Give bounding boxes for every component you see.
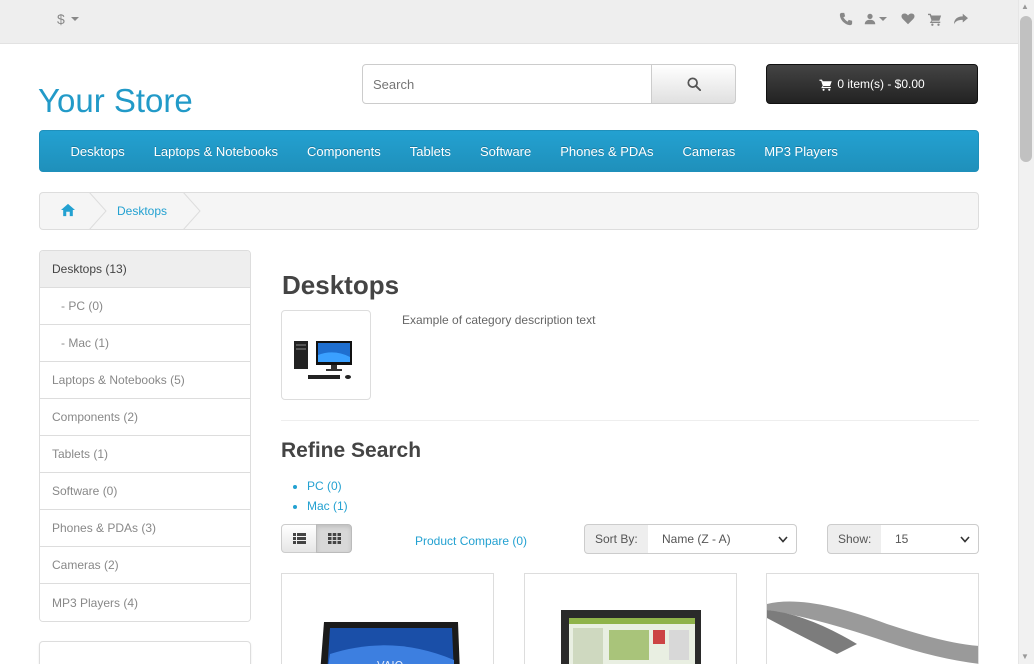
sort-by-value: Name (Z - A) xyxy=(662,532,731,546)
refine-link-pc[interactable]: PC (0) xyxy=(307,479,342,493)
svg-text:VAIO: VAIO xyxy=(377,659,404,664)
breadcrumb-separator xyxy=(88,192,107,230)
cart-total-label: 0 item(s) - $0.00 xyxy=(837,77,925,91)
sidebar-item-tablets[interactable]: Tablets (1) xyxy=(40,436,250,473)
sort-by-label: Sort By: xyxy=(584,524,649,554)
search-input[interactable] xyxy=(362,64,652,104)
page-title: Desktops xyxy=(282,270,400,300)
scroll-down-icon[interactable]: ▼ xyxy=(1021,652,1029,661)
category-sidebar: Desktops (13) - PC (0) - Mac (1) Laptops… xyxy=(39,250,251,622)
user-icon[interactable] xyxy=(862,10,888,28)
chevron-down-icon xyxy=(960,535,970,543)
refine-search-title: Refine Search xyxy=(281,439,422,462)
search-button[interactable] xyxy=(651,64,736,104)
list-icon xyxy=(292,533,306,544)
scrollbar-thumb[interactable] xyxy=(1020,16,1032,162)
desktop-computer-image xyxy=(294,341,352,379)
sidebar-item-components[interactable]: Components (2) xyxy=(40,399,250,436)
menu-item-laptops[interactable]: Laptops & Notebooks xyxy=(139,144,292,159)
refine-link-mac[interactable]: Mac (1) xyxy=(307,499,348,513)
scroll-up-icon[interactable]: ▲ xyxy=(1021,2,1029,11)
cart-icon[interactable] xyxy=(926,10,944,28)
chevron-down-icon xyxy=(778,535,788,543)
sidebar-item-software[interactable]: Software (0) xyxy=(40,473,250,510)
chevron-down-icon xyxy=(878,17,887,21)
menu-item-cameras[interactable]: Cameras xyxy=(668,144,750,159)
menu-item-tablets[interactable]: Tablets xyxy=(395,144,465,159)
currency-dropdown[interactable]: $ xyxy=(57,11,79,27)
breadcrumb: Desktops xyxy=(39,192,979,230)
sidebar-item-phones[interactable]: Phones & PDAs (3) xyxy=(40,510,250,547)
heart-icon[interactable] xyxy=(899,10,917,28)
laptop-image: VAIO xyxy=(320,622,460,664)
list-item: Mac (1) xyxy=(307,496,348,516)
phone-icon[interactable] xyxy=(837,10,855,28)
menu-item-desktops[interactable]: Desktops xyxy=(56,144,139,159)
sort-by-select[interactable]: Name (Z - A) xyxy=(648,524,797,554)
product-compare-link[interactable]: Product Compare (0) xyxy=(415,534,527,548)
cart-icon xyxy=(819,79,832,91)
currency-symbol: $ xyxy=(57,11,65,27)
cart-button[interactable]: 0 item(s) - $0.00 xyxy=(766,64,978,104)
sidebar-item-laptops[interactable]: Laptops & Notebooks (5) xyxy=(40,362,250,399)
menu-item-software[interactable]: Software xyxy=(465,144,545,159)
refine-search-list: PC (0) Mac (1) xyxy=(307,476,348,516)
grid-view-button[interactable] xyxy=(316,524,352,553)
breadcrumb-separator xyxy=(182,192,201,230)
list-view-button[interactable] xyxy=(281,524,317,553)
sidebar-module xyxy=(39,641,251,664)
show-limit-value: 15 xyxy=(895,532,909,546)
category-description: Example of category description text xyxy=(402,313,596,327)
show-limit-select[interactable]: 15 xyxy=(881,524,979,554)
product-card[interactable] xyxy=(524,573,737,664)
divider xyxy=(281,420,979,421)
store-logo[interactable]: Your Store xyxy=(38,82,193,120)
share-icon[interactable] xyxy=(952,10,970,28)
main-menu: Desktops Laptops & Notebooks Components … xyxy=(39,130,979,172)
menu-item-components[interactable]: Components xyxy=(293,144,396,159)
sidebar-item-pc[interactable]: - PC (0) xyxy=(40,288,250,325)
menu-item-phones[interactable]: Phones & PDAs xyxy=(546,144,668,159)
product-card[interactable] xyxy=(766,573,979,664)
sidebar-item-mac[interactable]: - Mac (1) xyxy=(40,325,250,362)
grid-icon xyxy=(327,533,341,544)
category-image[interactable] xyxy=(281,310,371,400)
chevron-down-icon xyxy=(70,17,79,21)
search-icon xyxy=(686,77,701,91)
sidebar-item-desktops[interactable]: Desktops (13) xyxy=(40,251,250,288)
breadcrumb-item-desktops[interactable]: Desktops xyxy=(117,204,167,218)
show-limit-label: Show: xyxy=(827,524,882,554)
menu-item-mp3[interactable]: MP3 Players xyxy=(750,144,853,159)
product-card[interactable]: VAIO xyxy=(281,573,494,664)
list-item: PC (0) xyxy=(307,476,348,496)
home-icon[interactable] xyxy=(61,203,75,220)
product-image xyxy=(767,601,978,664)
sidebar-item-mp3[interactable]: MP3 Players (4) xyxy=(40,584,250,621)
sidebar-item-cameras[interactable]: Cameras (2) xyxy=(40,547,250,584)
monitor-image xyxy=(561,610,701,664)
